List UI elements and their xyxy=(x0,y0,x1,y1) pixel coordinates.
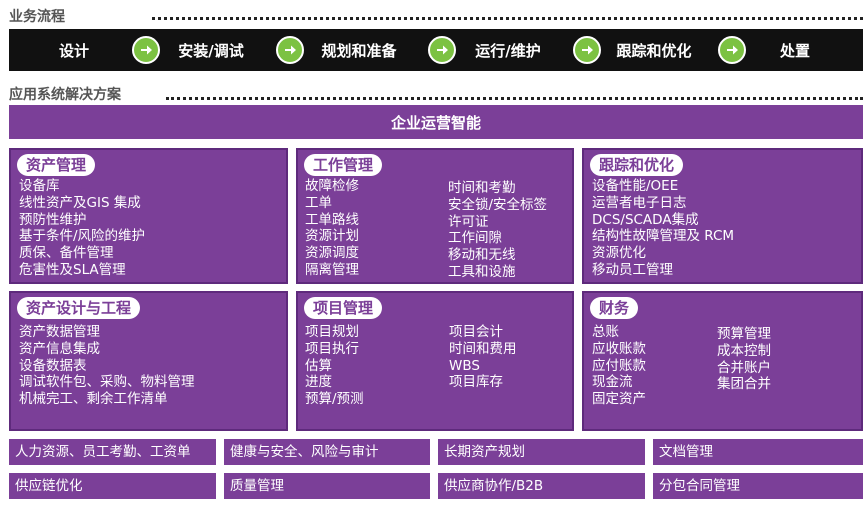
process-step-operation: 运行/维护 xyxy=(475,41,541,60)
finance-list-left: 总账 应收账款 应付账款 现金流 固定资产 xyxy=(592,324,646,408)
module-health-safety: 健康与安全、风险与审计 xyxy=(224,439,430,465)
list-item: 成本控制 xyxy=(717,342,771,359)
panel-title: 资产管理 xyxy=(17,154,96,176)
arrow-right-icon xyxy=(132,36,160,64)
process-step-design: 设计 xyxy=(58,41,89,60)
list-item: 估算 xyxy=(305,357,332,374)
process-step-install: 安装/调试 xyxy=(178,41,244,60)
module-quality: 质量管理 xyxy=(224,473,430,499)
list-item: 项目会计 xyxy=(449,324,503,340)
arrow-right-icon xyxy=(276,36,304,64)
list-item: 故障检修 xyxy=(305,178,359,194)
panel-work-management: 工作管理 故障检修 工单 工单路线 资源计划 资源调度 隔离管理 时间和考勤 安… xyxy=(296,148,574,284)
process-step-tracking: 跟踪和优化 xyxy=(616,41,692,60)
list-item: 现金流 xyxy=(592,374,633,391)
work-management-list-left: 故障检修 工单 工单路线 资源计划 资源调度 隔离管理 xyxy=(305,178,359,279)
list-item: 资产信息集成 xyxy=(19,340,100,357)
list-item: 资源调度 xyxy=(305,245,359,262)
work-management-list-right: 时间和考勤 安全锁/安全标签 许可证 工作间隙 移动和无线 工具和设施 xyxy=(448,180,547,281)
list-item: 固定资产 xyxy=(592,391,646,408)
process-step-planning: 规划和准备 xyxy=(321,41,397,60)
list-item: 机械完工、剩余工作清单 xyxy=(19,391,168,408)
list-item: 工单 xyxy=(305,194,332,211)
list-item: 隔离管理 xyxy=(305,261,359,278)
list-item: 移动和无线 xyxy=(448,247,516,264)
list-item: 预防性维护 xyxy=(19,211,87,228)
module-document-management: 文档管理 xyxy=(653,439,863,465)
list-item: 资源计划 xyxy=(305,228,359,245)
panel-finance: 财务 总账 应收账款 应付账款 现金流 固定资产 预算管理 成本控制 合并账户 … xyxy=(582,291,863,431)
list-item: 项目库存 xyxy=(449,374,503,391)
enterprise-intelligence-bar: 企业运营智能 xyxy=(9,105,863,139)
project-management-list-right: 项目会计 时间和费用 WBS 项目库存 xyxy=(449,324,517,391)
solution-section-title: 应用系统解决方案 xyxy=(9,87,121,103)
list-item: 进度 xyxy=(305,374,332,391)
panel-title: 跟踪和优化 xyxy=(590,154,684,176)
list-item: 许可证 xyxy=(448,213,489,230)
list-item: 工作间隙 xyxy=(448,230,502,247)
process-title-divider xyxy=(152,17,863,20)
list-item: 预算/预测 xyxy=(305,391,364,408)
finance-list-right: 预算管理 成本控制 合并账户 集团合并 xyxy=(717,326,771,393)
list-item: 应付账款 xyxy=(592,357,646,374)
asset-management-list: 设备库 线性资产及GIS 集成 预防性维护 基于条件/风险的维护 质保、备件管理… xyxy=(19,178,145,279)
arrow-right-icon xyxy=(428,36,456,64)
panel-title: 项目管理 xyxy=(304,297,383,319)
module-supplier-collaboration: 供应商协作/B2B xyxy=(438,473,645,499)
panel-title: 工作管理 xyxy=(304,154,383,176)
panel-tracking-optimization: 跟踪和优化 设备性能/OEE 运营者电子日志 DCS/SCADA集成 结构性故障… xyxy=(582,148,863,284)
panel-asset-management: 资产管理 设备库 线性资产及GIS 集成 预防性维护 基于条件/风险的维护 质保… xyxy=(9,148,288,284)
list-item: 调试软件包、采购、物料管理 xyxy=(19,374,195,391)
list-item: 资产数据管理 xyxy=(19,324,100,340)
list-item: 基于条件/风险的维护 xyxy=(19,228,146,245)
module-supply-chain: 供应链优化 xyxy=(9,473,216,499)
list-item: 移动员工管理 xyxy=(592,261,673,278)
list-item: 总账 xyxy=(592,324,619,340)
module-long-term-planning: 长期资产规划 xyxy=(438,439,645,465)
list-item: 工具和设施 xyxy=(448,263,516,280)
list-item: 资源优化 xyxy=(592,245,646,262)
process-section-title: 业务流程 xyxy=(9,9,65,25)
asset-design-list: 资产数据管理 资产信息集成 设备数据表 调试软件包、采购、物料管理 机械完工、剩… xyxy=(19,324,195,408)
list-item: 运营者电子日志 xyxy=(592,194,687,211)
list-item: 合并账户 xyxy=(717,359,771,376)
list-item: 时间和考勤 xyxy=(448,180,516,196)
tracking-optimization-list: 设备性能/OEE 运营者电子日志 DCS/SCADA集成 结构性故障管理及 RC… xyxy=(592,178,734,279)
list-item: DCS/SCADA集成 xyxy=(592,211,699,228)
panel-asset-design: 资产设计与工程 资产数据管理 资产信息集成 设备数据表 调试软件包、采购、物料管… xyxy=(9,291,288,431)
list-item: 应收账款 xyxy=(592,340,646,357)
list-item: 工单路线 xyxy=(305,211,359,228)
arrow-right-icon xyxy=(718,36,746,64)
panel-title: 财务 xyxy=(590,297,639,319)
list-item: 时间和费用 xyxy=(449,340,517,357)
list-item: 设备性能/OEE xyxy=(592,178,679,194)
solution-title-divider xyxy=(166,97,863,100)
list-item: 集团合并 xyxy=(717,376,771,393)
list-item: 设备库 xyxy=(19,178,60,194)
project-management-list-left: 项目规划 项目执行 估算 进度 预算/预测 xyxy=(305,324,364,408)
panel-title: 资产设计与工程 xyxy=(17,297,141,319)
list-item: 危害性及SLA管理 xyxy=(19,261,126,278)
module-hr: 人力资源、员工考勤、工资单 xyxy=(9,439,216,465)
list-item: 质保、备件管理 xyxy=(19,245,114,262)
list-item: 设备数据表 xyxy=(19,357,87,374)
list-item: 结构性故障管理及 RCM xyxy=(592,228,735,245)
list-item: 项目规划 xyxy=(305,324,359,340)
panel-project-management: 项目管理 项目规划 项目执行 估算 进度 预算/预测 项目会计 时间和费用 WB… xyxy=(296,291,574,431)
list-item: 安全锁/安全标签 xyxy=(448,196,548,213)
list-item: WBS xyxy=(449,357,480,374)
list-item: 线性资产及GIS 集成 xyxy=(19,194,141,211)
module-subcontract: 分包合同管理 xyxy=(653,473,863,499)
process-step-disposal: 处置 xyxy=(779,41,810,60)
arrow-right-icon xyxy=(573,36,601,64)
list-item: 项目执行 xyxy=(305,340,359,357)
list-item: 预算管理 xyxy=(717,326,771,342)
